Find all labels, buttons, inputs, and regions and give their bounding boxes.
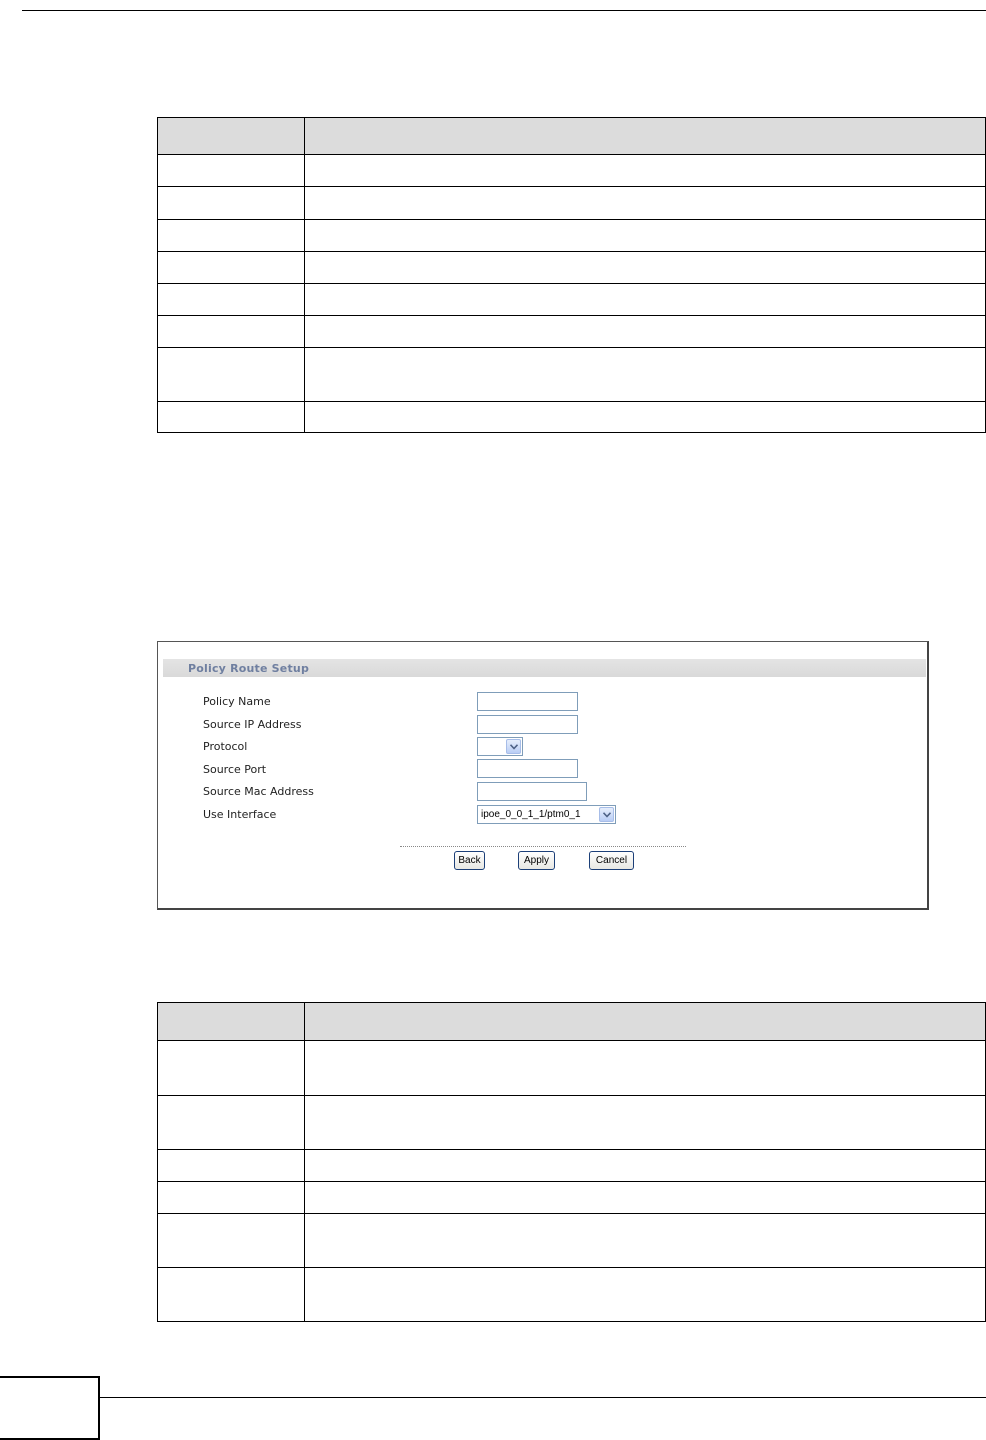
table-cell bbox=[157, 401, 305, 433]
policy-route-setup-screenshot: Policy Route Setup Policy Name Source IP… bbox=[157, 641, 929, 910]
table-header-description bbox=[304, 1002, 986, 1041]
table-row bbox=[157, 219, 986, 252]
table-cell bbox=[304, 315, 986, 348]
source-ip-input[interactable] bbox=[477, 715, 578, 734]
apply-button[interactable]: Apply bbox=[518, 851, 555, 870]
table-row bbox=[157, 251, 986, 284]
form-divider bbox=[400, 846, 686, 847]
policy-name-input[interactable] bbox=[477, 692, 578, 711]
table-cell bbox=[304, 219, 986, 252]
table-row bbox=[157, 1267, 986, 1322]
chevron-down-icon bbox=[506, 739, 521, 754]
field-description-table-2 bbox=[157, 1002, 986, 1322]
table-row bbox=[157, 1181, 986, 1214]
policy-name-label: Policy Name bbox=[203, 695, 271, 708]
table-cell bbox=[157, 1040, 305, 1096]
table-row bbox=[157, 283, 986, 316]
use-interface-select[interactable]: ipoe_0_0_1_1/ptm0_1 bbox=[477, 805, 616, 824]
table-header-description bbox=[304, 117, 986, 155]
table-header-label bbox=[157, 1002, 305, 1041]
chevron-down-icon bbox=[599, 807, 614, 822]
table-cell bbox=[304, 1213, 986, 1268]
footer-rule bbox=[100, 1397, 986, 1398]
table-cell bbox=[304, 1040, 986, 1096]
table-header-row bbox=[157, 1002, 986, 1041]
table-cell bbox=[304, 1267, 986, 1322]
table-cell bbox=[157, 283, 305, 316]
table-cell bbox=[157, 315, 305, 348]
page-number-box bbox=[0, 1376, 100, 1440]
table-row bbox=[157, 1040, 986, 1096]
cancel-button[interactable]: Cancel bbox=[589, 851, 634, 870]
table-row bbox=[157, 186, 986, 220]
table-cell bbox=[157, 1095, 305, 1150]
table-cell bbox=[157, 251, 305, 284]
table-cell bbox=[304, 1095, 986, 1150]
table-cell bbox=[157, 1181, 305, 1214]
field-description-table-1 bbox=[157, 117, 986, 433]
table-cell bbox=[157, 186, 305, 220]
table-row bbox=[157, 401, 986, 433]
table-cell bbox=[157, 154, 305, 187]
use-interface-label: Use Interface bbox=[203, 808, 277, 821]
table-cell bbox=[304, 283, 986, 316]
protocol-label: Protocol bbox=[203, 740, 248, 753]
table-cell bbox=[157, 1149, 305, 1182]
source-mac-label: Source Mac Address bbox=[203, 785, 314, 798]
table-row bbox=[157, 315, 986, 348]
panel-header: Policy Route Setup bbox=[163, 659, 926, 677]
table-cell bbox=[304, 347, 986, 402]
protocol-select[interactable] bbox=[477, 737, 523, 756]
source-port-input[interactable] bbox=[477, 759, 578, 778]
table-header-row bbox=[157, 117, 986, 155]
table-header-label bbox=[157, 117, 305, 155]
table-row bbox=[157, 1213, 986, 1268]
source-port-label: Source Port bbox=[203, 763, 267, 776]
table-cell bbox=[304, 1181, 986, 1214]
table-cell bbox=[304, 251, 986, 284]
table-cell bbox=[304, 1149, 986, 1182]
table-row bbox=[157, 1095, 986, 1150]
table-cell bbox=[304, 401, 986, 433]
table-row bbox=[157, 154, 986, 187]
table-cell bbox=[157, 1267, 305, 1322]
table-cell bbox=[304, 186, 986, 220]
source-mac-input[interactable] bbox=[477, 782, 587, 801]
header-rule bbox=[22, 10, 986, 11]
table-cell bbox=[304, 154, 986, 187]
panel-title: Policy Route Setup bbox=[188, 662, 310, 675]
table-cell bbox=[157, 1213, 305, 1268]
table-cell bbox=[157, 219, 305, 252]
table-cell bbox=[157, 347, 305, 402]
table-row bbox=[157, 347, 986, 402]
back-button[interactable]: Back bbox=[454, 851, 485, 870]
source-ip-label: Source IP Address bbox=[203, 718, 302, 731]
use-interface-selected-value: ipoe_0_0_1_1/ptm0_1 bbox=[481, 809, 581, 820]
table-row bbox=[157, 1149, 986, 1182]
